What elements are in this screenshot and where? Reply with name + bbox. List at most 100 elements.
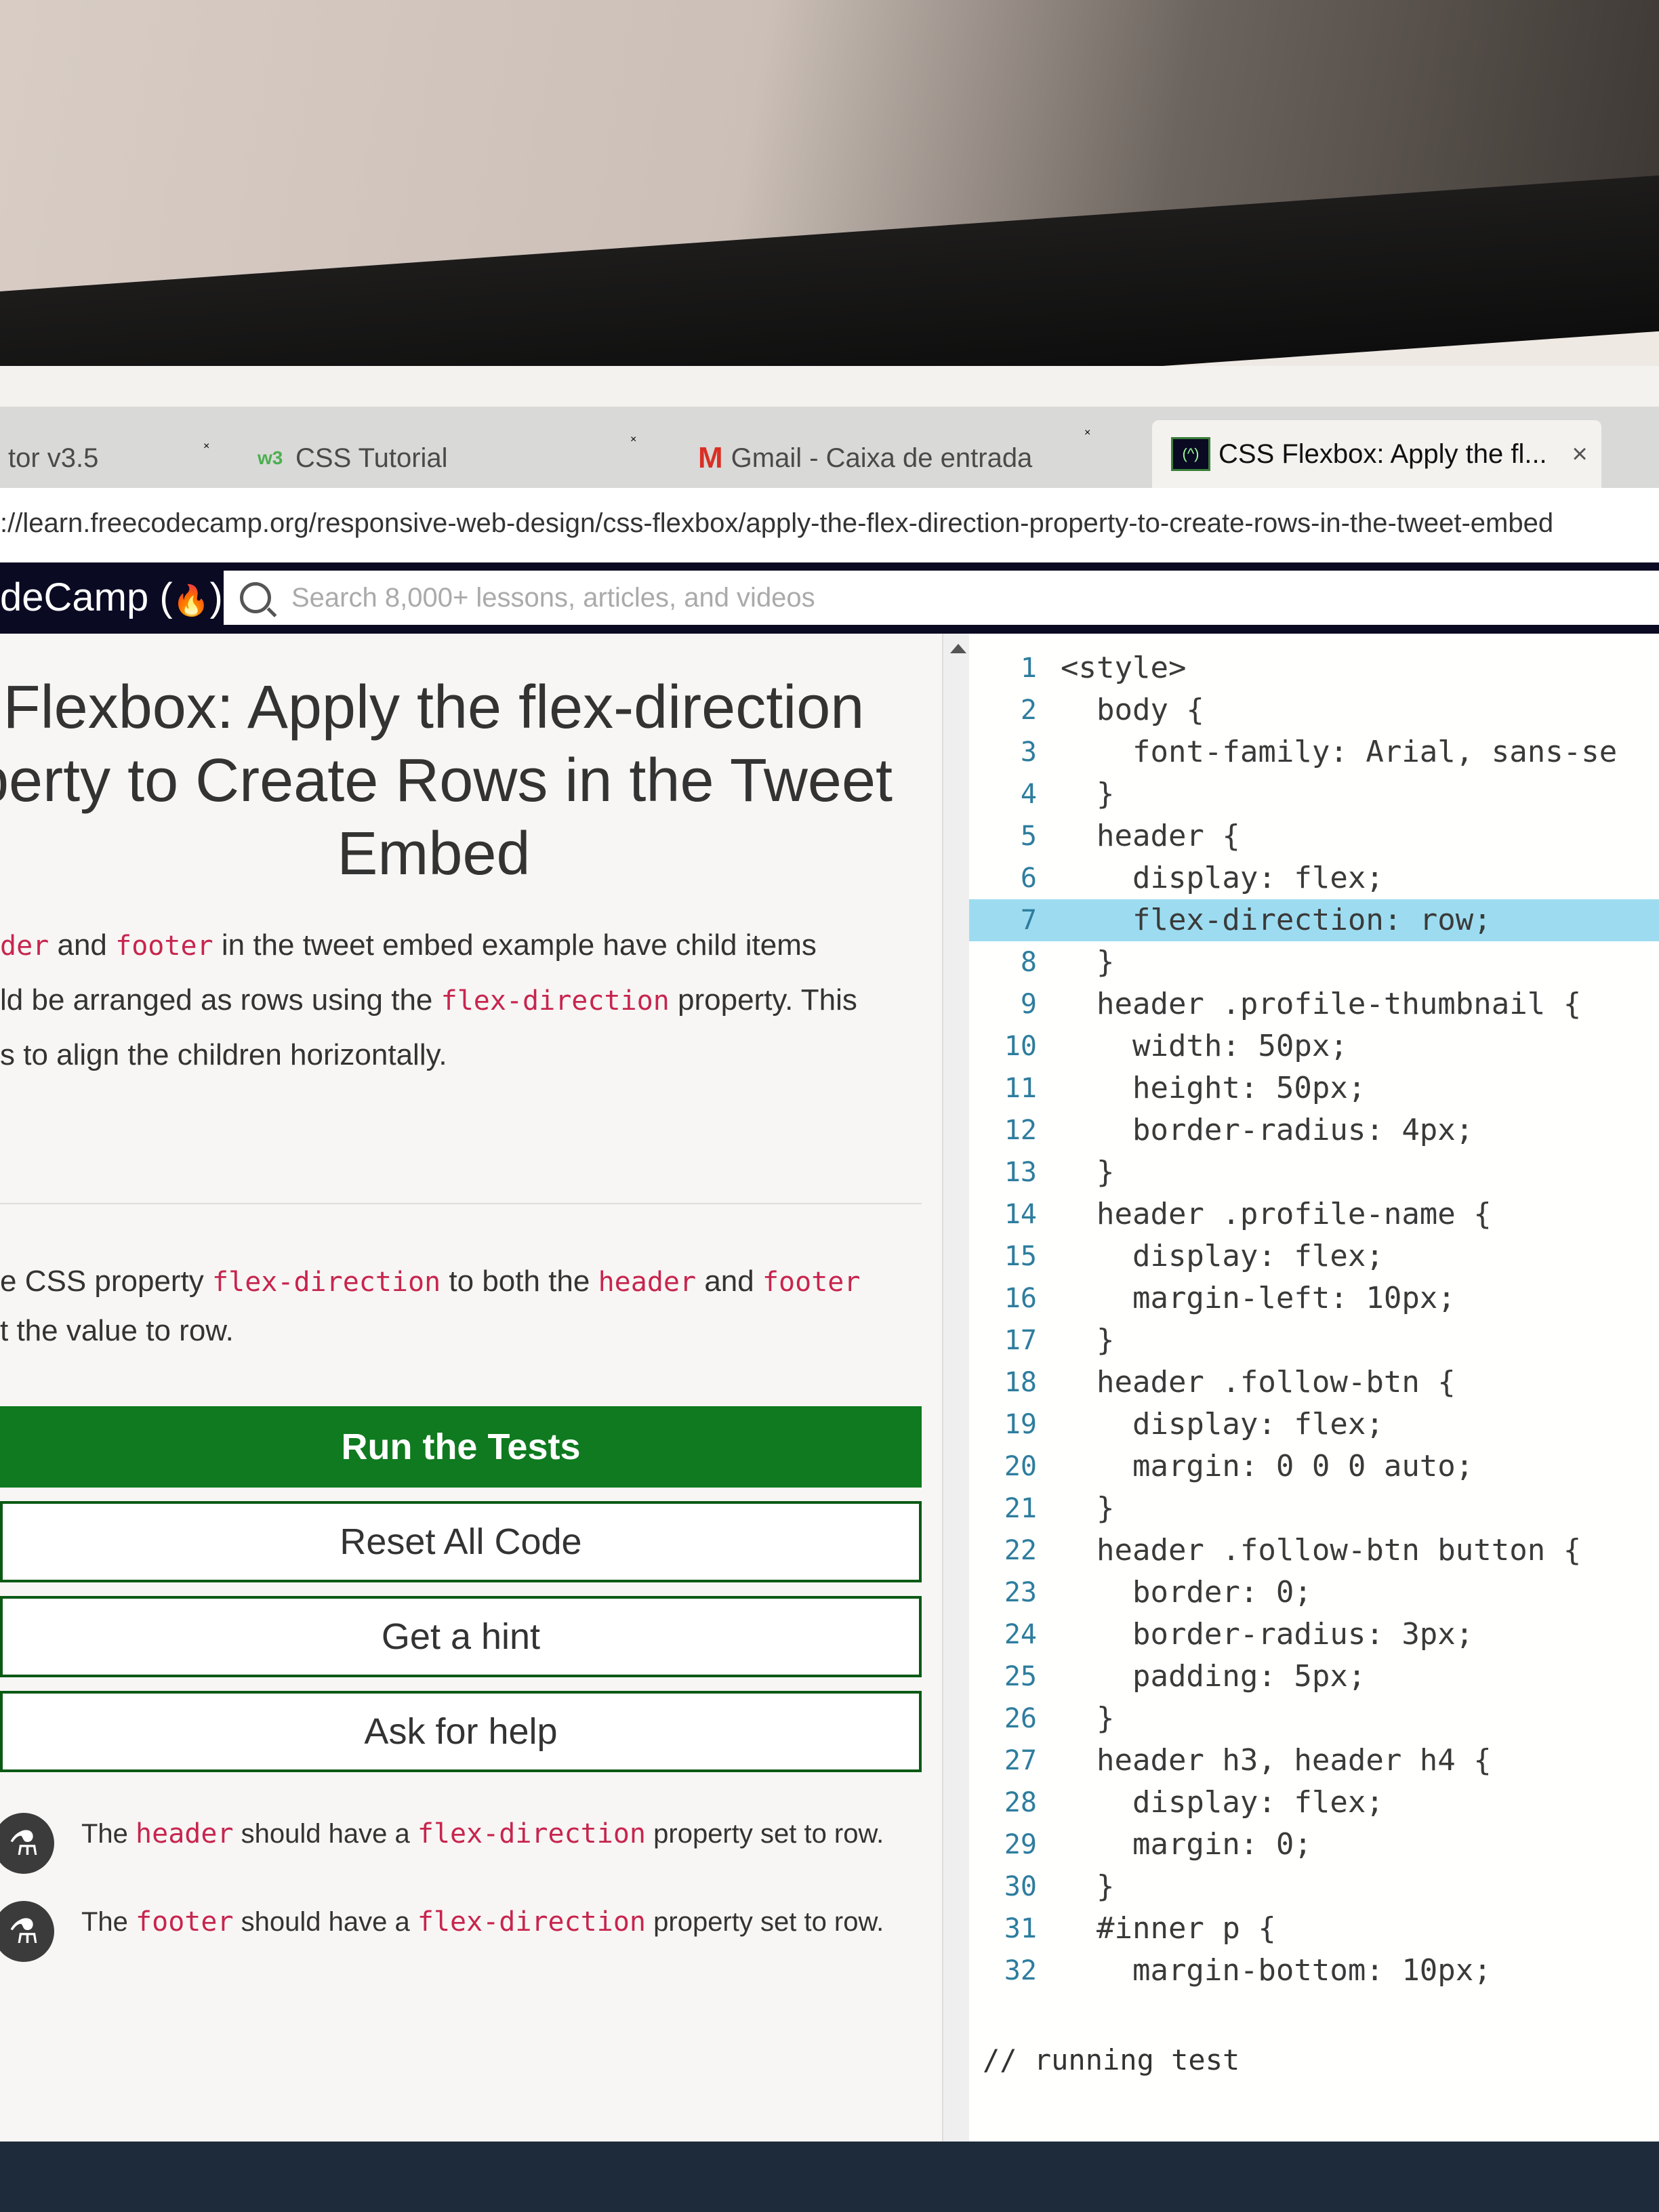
code-line[interactable]: 1 <style> <box>969 647 1659 689</box>
collapse-arrow-icon[interactable] <box>950 644 966 653</box>
line-code: } <box>1061 777 1115 811</box>
line-number: 23 <box>1004 1577 1037 1608</box>
code-line[interactable]: 23 border: 0; <box>969 1572 1659 1614</box>
run-tests-button[interactable]: Run the Tests <box>0 1406 922 1488</box>
test-text-part: The <box>81 1907 136 1937</box>
code-flex-direction: flex-direction <box>417 1818 647 1849</box>
line-code: header .follow-btn { <box>1061 1365 1456 1399</box>
code-footer: footer <box>115 930 213 962</box>
taskbar <box>0 2142 1659 2212</box>
fcc-navbar: deCamp (🔥) <box>0 562 1659 634</box>
line-code: header h3, header h4 { <box>1061 1743 1492 1778</box>
line-number: 31 <box>1004 1913 1037 1944</box>
line-code: height: 50px; <box>1061 1071 1366 1105</box>
tab-label: tor v3.5 <box>8 443 99 473</box>
line-code: } <box>1061 1323 1115 1357</box>
code-line[interactable]: 24 border-radius: 3px; <box>969 1614 1659 1656</box>
line-number: 24 <box>1004 1619 1037 1650</box>
code-line[interactable]: 6 display: flex; <box>969 857 1659 899</box>
code-line[interactable]: 18 header .follow-btn { <box>969 1361 1659 1404</box>
line-code: } <box>1061 1491 1115 1525</box>
code-footer: footer <box>136 1906 234 1938</box>
code-line[interactable]: 15 display: flex; <box>969 1235 1659 1277</box>
code-line[interactable]: 26 } <box>969 1698 1659 1740</box>
line-number: 2 <box>1020 695 1037 726</box>
close-icon[interactable]: × <box>203 441 209 453</box>
tab-css-flexbox[interactable]: (^) CSS Flexbox: Apply the fl... × <box>1152 420 1601 488</box>
code-line[interactable]: 12 border-radius: 4px; <box>969 1109 1659 1151</box>
code-line[interactable]: 19 display: flex; <box>969 1404 1659 1446</box>
code-line[interactable]: 22 header .follow-btn button { <box>969 1530 1659 1572</box>
code-line[interactable]: 25 padding: 5px; <box>969 1656 1659 1698</box>
code-line[interactable]: 9 header .profile-thumbnail { <box>969 983 1659 1025</box>
code-line[interactable]: 8 } <box>969 941 1659 983</box>
editor-status: // running test <box>983 2043 1240 2076</box>
line-code: } <box>1061 945 1115 979</box>
code-flex-direction: flex-direction <box>441 985 670 1017</box>
code-line[interactable]: 17 } <box>969 1319 1659 1361</box>
address-bar[interactable]: ://learn.freecodecamp.org/responsive-web… <box>0 488 1659 564</box>
close-icon[interactable]: × <box>1084 427 1090 439</box>
line-number: 27 <box>1004 1745 1037 1776</box>
code-line[interactable]: 21 } <box>969 1488 1659 1530</box>
tab-gmail[interactable]: M Gmail - Caixa de entrada <box>698 431 1032 485</box>
line-number: 20 <box>1004 1451 1037 1482</box>
line-code: width: 50px; <box>1061 1029 1348 1063</box>
code-line[interactable]: 29 margin: 0; <box>969 1824 1659 1866</box>
test-text: The header should have a flex-direction … <box>81 1813 895 1855</box>
code-line[interactable]: 28 display: flex; <box>969 1782 1659 1824</box>
code-line[interactable]: 32 margin-bottom: 10px; <box>969 1950 1659 1992</box>
search-input[interactable] <box>290 581 1513 614</box>
code-line[interactable]: 3 font-family: Arial, sans-se <box>969 731 1659 773</box>
brand-text: deCamp ( <box>0 575 173 619</box>
line-code: header { <box>1061 819 1240 853</box>
line-code: margin: 0 0 0 auto; <box>1061 1449 1474 1483</box>
get-hint-button[interactable]: Get a hint <box>0 1596 922 1677</box>
line-number: 28 <box>1004 1787 1037 1818</box>
tab-tor[interactable]: tor v3.5 <box>0 431 98 485</box>
code-line[interactable]: 7 flex-direction: row; <box>969 899 1659 941</box>
line-code: body { <box>1061 693 1204 727</box>
code-editor[interactable]: 1 <style> 2 body {3 font-family: Arial, sa… <box>969 634 1659 2155</box>
lesson-instructions: e CSS property flex-direction to both th… <box>0 1257 908 1355</box>
code-line[interactable]: 4 } <box>969 773 1659 815</box>
line-number: 30 <box>1004 1871 1037 1902</box>
code-line[interactable]: 27 header h3, header h4 { <box>969 1740 1659 1782</box>
line-number: 18 <box>1004 1367 1037 1398</box>
code-line[interactable]: 5 header { <box>969 815 1659 857</box>
ask-help-button[interactable]: Ask for help <box>0 1691 922 1772</box>
desc-text: and <box>49 928 116 962</box>
line-number: 15 <box>1004 1241 1037 1272</box>
desc-text: ld be arranged as rows using the <box>0 983 441 1017</box>
code-line[interactable]: 13 } <box>969 1151 1659 1193</box>
code-line[interactable]: 16 margin-left: 10px; <box>969 1277 1659 1319</box>
desc-text: s to align the children horizontally. <box>0 1038 447 1071</box>
line-number: 25 <box>1004 1661 1037 1692</box>
line-number: 8 <box>1020 947 1037 978</box>
pane-splitter[interactable] <box>942 634 970 2155</box>
close-icon[interactable]: × <box>630 434 636 446</box>
brand-logo[interactable]: deCamp (🔥) <box>0 575 223 620</box>
code-line[interactable]: 31 #inner p { <box>969 1908 1659 1950</box>
gmail-icon: M <box>698 441 723 474</box>
code-line[interactable]: 20 margin: 0 0 0 auto; <box>969 1446 1659 1488</box>
code-line[interactable]: 30 } <box>969 1866 1659 1908</box>
lesson-pane: Flexbox: Apply the flex-direction perty … <box>0 634 942 2155</box>
code-line[interactable]: 2 body { <box>969 689 1659 731</box>
tab-css-tutorial[interactable]: w3 CSS Tutorial <box>258 431 448 485</box>
line-number: 22 <box>1004 1535 1037 1566</box>
code-line[interactable]: 11 height: 50px; <box>969 1067 1659 1109</box>
line-code: header .profile-thumbnail { <box>1061 987 1582 1021</box>
line-code: margin: 0; <box>1061 1827 1312 1862</box>
close-icon[interactable]: × <box>1572 439 1587 470</box>
code-flex-direction: flex-direction <box>212 1267 441 1298</box>
line-number: 9 <box>1020 989 1037 1020</box>
reset-code-button[interactable]: Reset All Code <box>0 1501 922 1582</box>
line-number: 14 <box>1004 1199 1037 1230</box>
code-line[interactable]: 14 header .profile-name { <box>969 1193 1659 1235</box>
code-footer: footer <box>762 1267 861 1298</box>
instr-text: and <box>696 1265 762 1298</box>
code-line[interactable]: 10 width: 50px; <box>969 1025 1659 1067</box>
line-number: 10 <box>1004 1031 1037 1062</box>
test-text-part: property set to row. <box>646 1819 884 1849</box>
